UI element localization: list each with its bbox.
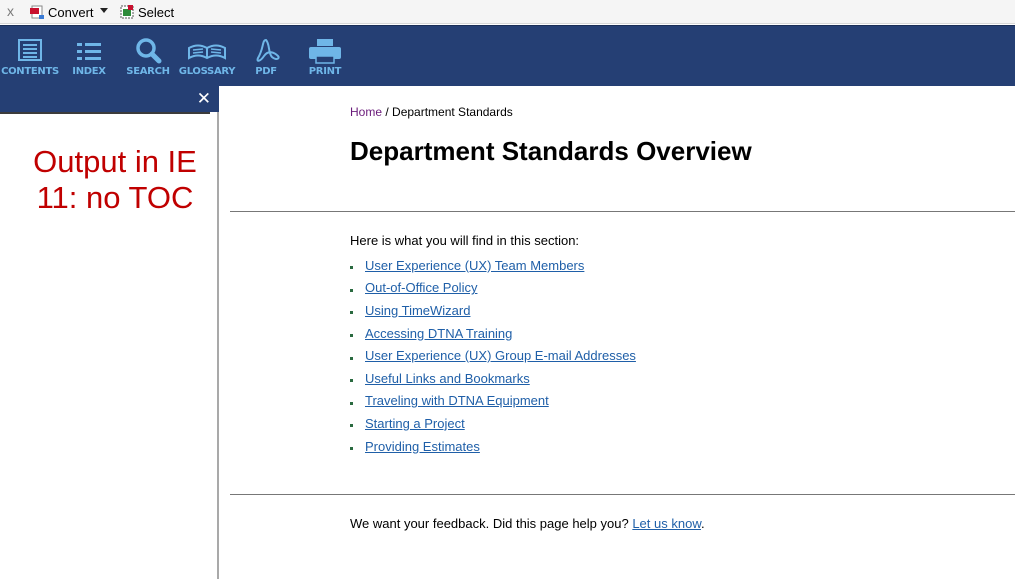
feedback-prompt: We want your feedback. Did this page hel… xyxy=(350,516,633,531)
print-icon xyxy=(309,39,341,64)
list-item: Using TimeWizard xyxy=(350,299,636,322)
convert-label: Convert xyxy=(48,4,94,20)
chevron-down-icon[interactable] xyxy=(100,8,108,13)
bullet-icon xyxy=(350,356,353,360)
bullet-icon xyxy=(350,447,353,451)
list-item: User Experience (UX) Group E-mail Addres… xyxy=(350,344,636,367)
index-label: INDEX xyxy=(72,66,106,77)
search-icon xyxy=(136,38,162,64)
feedback-link[interactable]: Let us know xyxy=(632,516,701,531)
list-item: Useful Links and Bookmarks xyxy=(350,367,636,390)
bullet-icon xyxy=(350,311,353,315)
feedback-period: . xyxy=(700,516,705,531)
divider xyxy=(0,112,210,114)
bullet-icon xyxy=(350,334,353,338)
list-item: Providing Estimates xyxy=(350,435,636,458)
link-traveling-equipment[interactable]: Traveling with DTNA Equipment xyxy=(365,393,549,408)
list-item: Starting a Project xyxy=(350,412,636,435)
breadcrumb-separator: / xyxy=(382,105,393,119)
nav-pane-header: ✕ xyxy=(0,86,219,112)
list-item: Accessing DTNA Training xyxy=(350,322,636,345)
pdf-icon xyxy=(256,38,280,62)
link-useful-links[interactable]: Useful Links and Bookmarks xyxy=(365,371,530,386)
index-button[interactable]: INDEX xyxy=(59,38,119,77)
breadcrumb-current: Department Standards xyxy=(392,105,513,119)
bullet-icon xyxy=(350,288,353,292)
close-icon[interactable]: ✕ xyxy=(197,89,211,109)
print-button[interactable]: PRINT xyxy=(295,38,355,77)
contents-icon xyxy=(18,39,42,61)
select-icon xyxy=(120,4,135,20)
close-icon[interactable]: x xyxy=(7,3,14,19)
list-item: User Experience (UX) Team Members xyxy=(350,254,636,277)
select-label: Select xyxy=(138,4,175,20)
page-title: Department Standards Overview xyxy=(350,136,752,166)
ie-command-bar: x Convert Select xyxy=(0,0,1015,24)
list-item: Traveling with DTNA Equipment xyxy=(350,390,636,413)
link-providing-estimates[interactable]: Providing Estimates xyxy=(365,439,480,454)
glossary-label: GLOSSARY xyxy=(178,66,236,77)
feedback-text: We want your feedback. Did this page hel… xyxy=(350,516,705,531)
pdf-button[interactable]: PDF xyxy=(236,38,296,77)
pdf-convert-icon xyxy=(30,5,45,20)
annotation-text: Output in IE 11: no TOC xyxy=(33,144,197,215)
convert-button[interactable]: Convert xyxy=(30,3,94,21)
bullet-icon xyxy=(350,266,353,270)
glossary-button[interactable]: GLOSSARY xyxy=(177,38,237,77)
breadcrumb-home-link[interactable]: Home xyxy=(350,105,382,119)
bullet-icon xyxy=(350,379,353,383)
contents-button[interactable]: CONTENTS xyxy=(0,38,60,77)
help-toolbar: CONTENTS INDEX SEARCH GLOSSARY PDF PRINT xyxy=(0,25,1015,86)
intro-text: Here is what you will find in this secti… xyxy=(350,233,580,248)
glossary-icon xyxy=(188,44,226,60)
link-using-timewizard[interactable]: Using TimeWizard xyxy=(365,303,470,318)
link-ux-team-members[interactable]: User Experience (UX) Team Members xyxy=(365,258,584,273)
search-button[interactable]: SEARCH xyxy=(118,38,178,77)
divider xyxy=(230,494,1015,495)
topic-content: Home / Department Standards Department S… xyxy=(221,86,1015,579)
navigation-pane: ✕ Output in IE 11: no TOC xyxy=(0,86,219,579)
search-label: SEARCH xyxy=(126,66,170,77)
breadcrumb: Home / Department Standards xyxy=(350,105,513,119)
index-icon xyxy=(77,43,101,60)
link-accessing-dtna-training[interactable]: Accessing DTNA Training xyxy=(365,326,512,341)
link-ux-group-email[interactable]: User Experience (UX) Group E-mail Addres… xyxy=(365,348,636,363)
contents-label: CONTENTS xyxy=(1,66,59,77)
link-starting-project[interactable]: Starting a Project xyxy=(365,416,465,431)
section-links-list: User Experience (UX) Team Members Out-of… xyxy=(350,254,636,457)
divider xyxy=(230,211,1015,212)
bullet-icon xyxy=(350,424,353,428)
link-out-of-office-policy[interactable]: Out-of-Office Policy xyxy=(365,280,477,295)
print-label: PRINT xyxy=(308,66,342,77)
bullet-icon xyxy=(350,401,353,405)
list-item: Out-of-Office Policy xyxy=(350,277,636,300)
pdf-label: PDF xyxy=(255,66,277,77)
select-button[interactable]: Select xyxy=(120,3,174,21)
